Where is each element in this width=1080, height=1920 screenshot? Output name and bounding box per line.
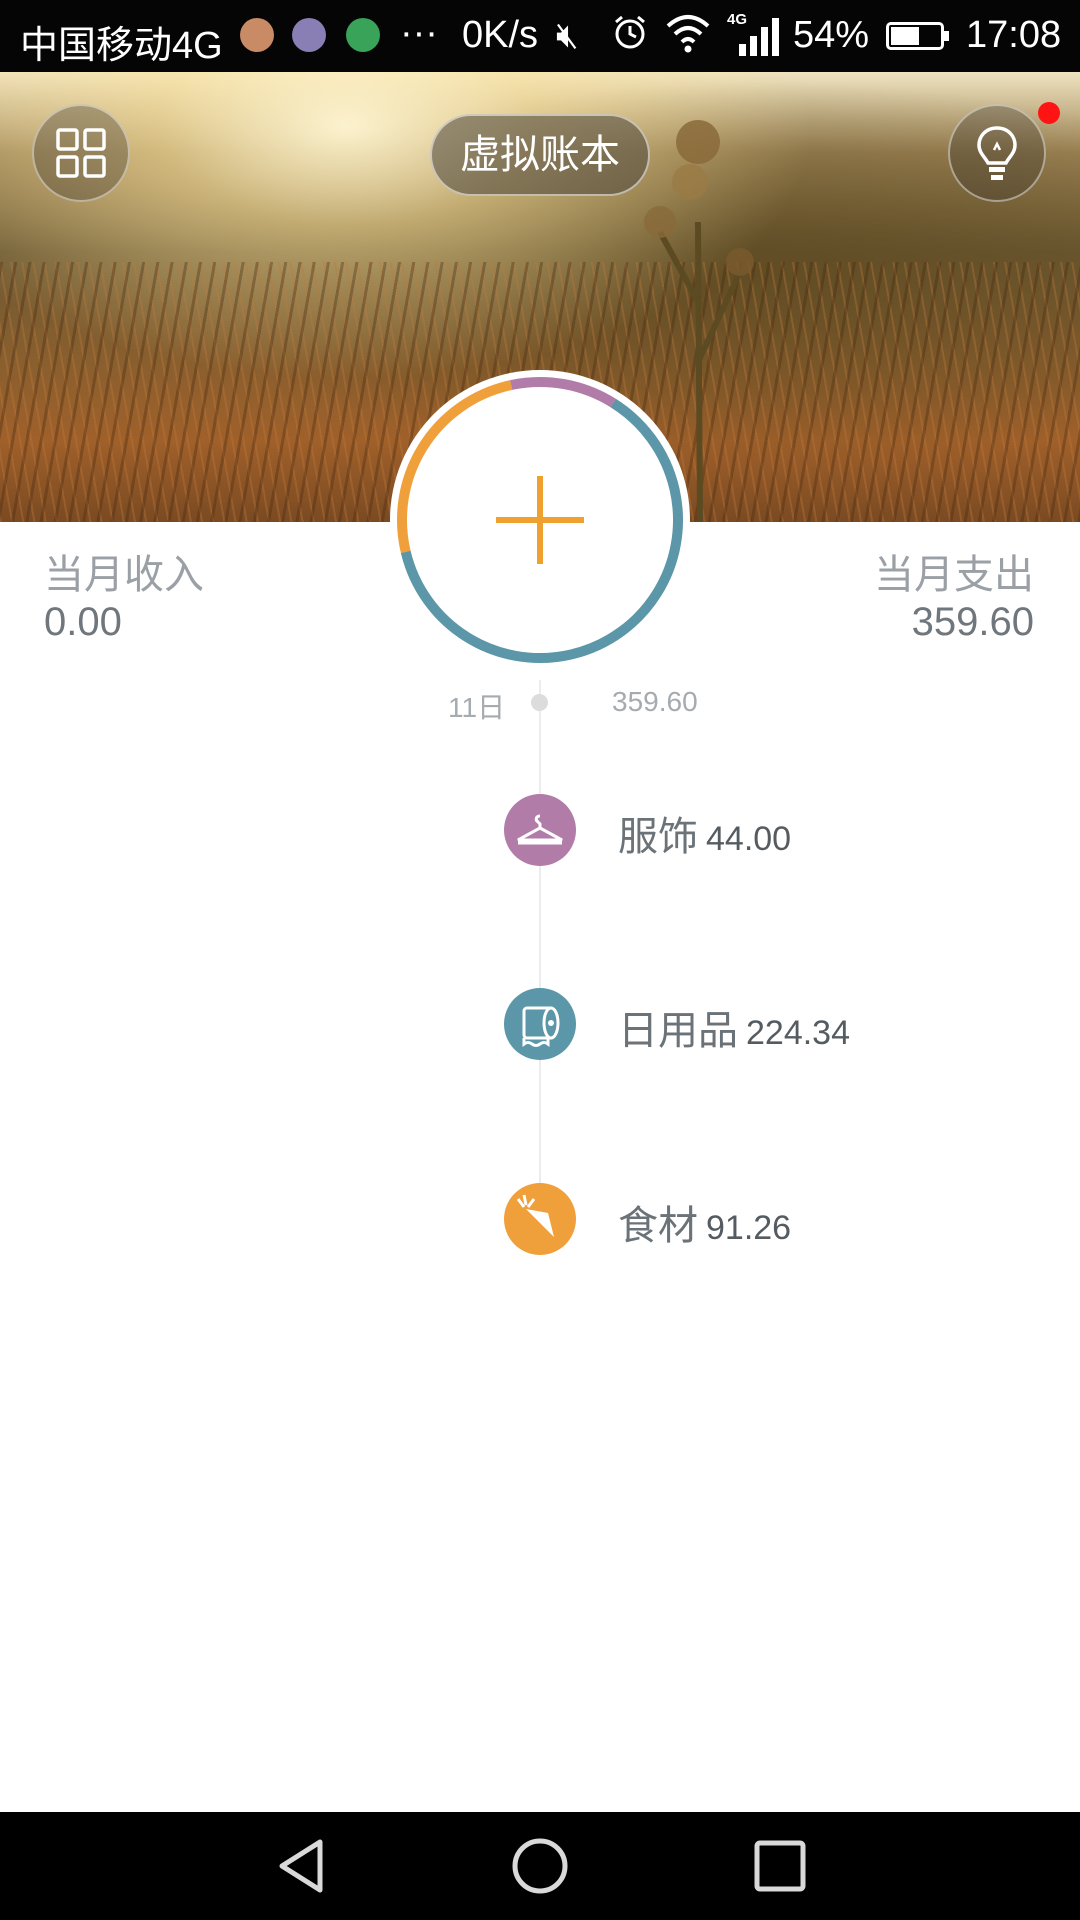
entry-amount: 224.34 [746, 1014, 850, 1052]
notification-dot [1038, 102, 1060, 124]
message-app-icon [292, 18, 326, 52]
income-label: 当月收入 [44, 552, 204, 598]
clock: 17:08 [966, 14, 1062, 56]
entry-amount: 44.00 [706, 820, 792, 858]
network-type: 4G [727, 11, 747, 28]
hanger-icon [504, 794, 576, 866]
day-total: 359.60 [612, 686, 698, 717]
back-icon[interactable] [270, 1834, 334, 1898]
expense-ring [390, 370, 690, 670]
income-value: 0.00 [44, 600, 122, 644]
tips-button[interactable] [948, 104, 1046, 202]
network-speed: 0K/s [462, 14, 539, 56]
battery-percent: 54% [793, 14, 870, 56]
tissue-roll-icon [504, 988, 576, 1060]
recents-icon[interactable] [748, 1834, 812, 1898]
battery-icon [886, 22, 949, 50]
menu-grid-button[interactable] [32, 104, 130, 202]
day-label: 11日 [448, 692, 506, 723]
entry-category: 服饰 [618, 814, 698, 860]
signal-icon: 4G [727, 11, 779, 56]
timeline-line [539, 680, 541, 1220]
carrot-icon [504, 1183, 576, 1255]
navigation-bar [0, 1812, 1080, 1920]
grid-icon [56, 128, 106, 178]
health-app-icon [240, 18, 274, 52]
day-marker [531, 694, 548, 711]
more-notifications-icon: ··· [400, 12, 438, 54]
home-icon[interactable] [508, 1834, 572, 1898]
entry-category: 日用品 [618, 1008, 738, 1054]
expense-value: 359.60 [911, 600, 1034, 644]
book-switcher-button[interactable]: 虚拟账本 [430, 114, 650, 196]
entry-category: 食材 [618, 1203, 698, 1249]
lightbulb-icon [977, 126, 1017, 180]
expense-label: 当月支出 [874, 552, 1034, 598]
alarm-icon [615, 15, 645, 49]
wifi-icon [666, 15, 710, 53]
add-record-button[interactable] [450, 430, 630, 610]
entry-amount: 91.26 [706, 1209, 792, 1247]
status-bar: 中国移动4G ··· 0K/s 🔇︎ 4G 54% 17:08 [0, 0, 1080, 72]
plus-icon [496, 476, 584, 564]
carrier-name: 中国移动4G [20, 25, 223, 67]
wechat-icon [346, 18, 380, 52]
mute-icon: 🔇︎ [556, 14, 579, 55]
